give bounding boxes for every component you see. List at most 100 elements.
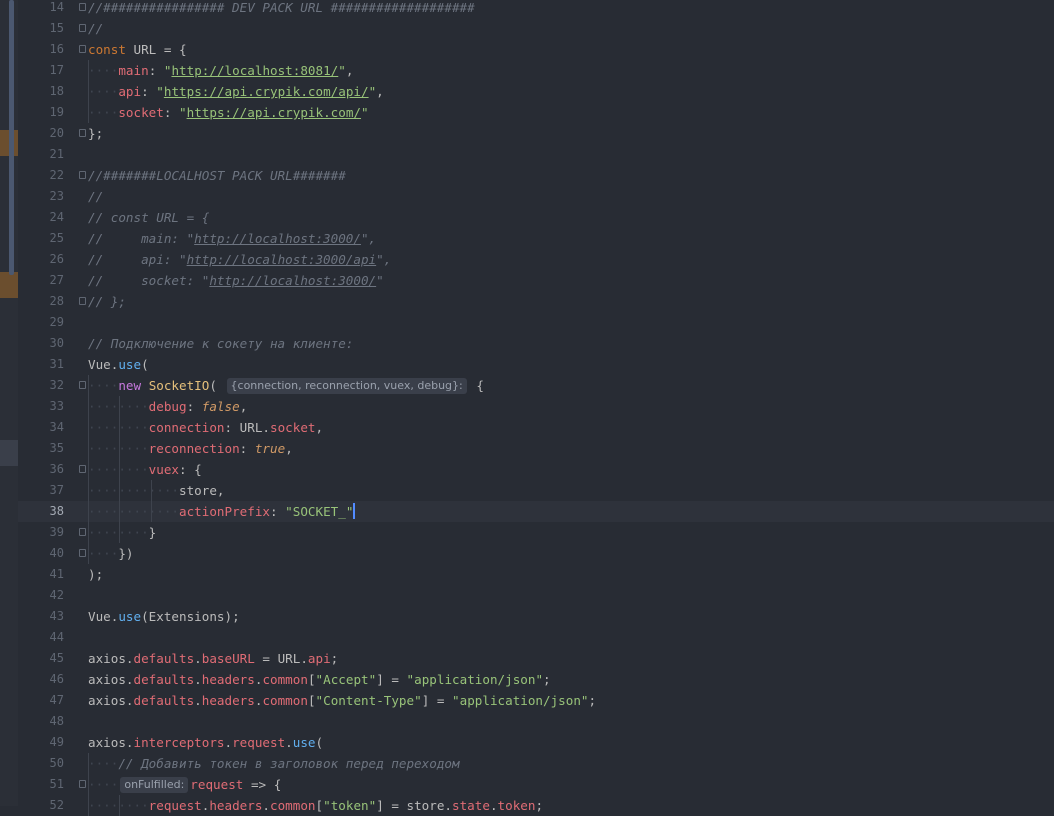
fold-toggle-icon[interactable] [79, 465, 86, 473]
line-number: 35 [49, 441, 64, 455]
line-number: 37 [49, 483, 64, 497]
code-token: ( [209, 378, 225, 393]
code-line[interactable]: ····main: "http://localhost:8081/", [0, 60, 1054, 81]
code-line[interactable]: ········connection: URL.socket, [0, 417, 1054, 438]
code-token: . [285, 735, 293, 750]
code-line[interactable]: ············store, [0, 480, 1054, 501]
code-token: // [88, 189, 104, 204]
code-token: use [118, 609, 142, 624]
code-line[interactable]: axios.defaults.headers.common["Accept"] … [0, 669, 1054, 690]
indent-guide [151, 480, 152, 501]
indent-guide [88, 774, 89, 795]
fold-toggle-icon[interactable] [79, 171, 86, 179]
code-token: use [118, 357, 142, 372]
code-token: "application/json" [452, 693, 589, 708]
minimap-scroll-thumb[interactable] [9, 0, 14, 275]
code-line[interactable]: Vue.use(Extensions); [0, 606, 1054, 627]
code-line[interactable]: ····api: "https://api.crypik.com/api/", [0, 81, 1054, 102]
code-line[interactable]: //#######LOCALHOST PACK URL####### [0, 165, 1054, 186]
code-line[interactable]: ········} [0, 522, 1054, 543]
code-token: "SOCKET_" [285, 504, 354, 519]
code-line[interactable]: ········debug: false, [0, 396, 1054, 417]
fold-toggle-icon[interactable] [79, 549, 86, 557]
code-token: }) [118, 546, 134, 561]
code-line[interactable]: //################ DEV PACK URL ########… [0, 0, 1054, 18]
code-line[interactable]: ····}) [0, 543, 1054, 564]
code-token: ( [141, 357, 149, 372]
fold-toggle-icon[interactable] [79, 24, 86, 32]
code-token: ···· [88, 105, 119, 120]
code-token: debug [148, 399, 187, 414]
code-line[interactable]: ············actionPrefix: "SOCKET_" [0, 501, 1054, 522]
code-token: ············ [88, 483, 179, 498]
code-token: api [118, 84, 142, 99]
code-token: false [201, 399, 240, 414]
code-line[interactable]: // const URL = { [0, 207, 1054, 228]
code-token: " [361, 105, 369, 120]
fold-toggle-icon[interactable] [79, 528, 86, 536]
code-token: ", [376, 252, 392, 267]
code-line[interactable]: axios.defaults.headers.common["Content-T… [0, 690, 1054, 711]
code-line[interactable]: }; [0, 123, 1054, 144]
code-token: ); [88, 567, 104, 582]
code-line[interactable]: // [0, 18, 1054, 39]
code-line[interactable]: axios.interceptors.request.use( [0, 732, 1054, 753]
code-line[interactable]: ········reconnection: true, [0, 438, 1054, 459]
code-line[interactable]: const URL = { [0, 39, 1054, 60]
code-token: . [194, 672, 202, 687]
line-number: 27 [49, 273, 64, 287]
code-line[interactable]: axios.defaults.baseURL = URL.api; [0, 648, 1054, 669]
code-token: http://localhost:8081/ [171, 63, 339, 78]
fold-toggle-icon[interactable] [79, 129, 86, 137]
code-area[interactable]: //################ DEV PACK URL ########… [0, 0, 1054, 816]
code-token: //################ DEV PACK URL ########… [88, 0, 475, 15]
line-number: 49 [49, 735, 64, 749]
code-line[interactable]: ····socket: "https://api.crypik.com/" [0, 102, 1054, 123]
code-token: ( [315, 735, 324, 750]
line-number: 22 [49, 168, 64, 182]
code-line[interactable]: // [0, 186, 1054, 207]
line-number: 39 [49, 525, 64, 539]
fold-toggle-icon[interactable] [79, 3, 86, 11]
code-token: request [232, 735, 286, 750]
code-token: [ [307, 693, 316, 708]
indent-guide [88, 438, 89, 459]
fold-toggle-icon[interactable] [79, 297, 86, 305]
code-token: , [345, 63, 354, 78]
scroll-region-marker [0, 440, 18, 466]
code-line[interactable]: ····new SocketIO( {connection, reconnect… [0, 375, 1054, 396]
code-line[interactable]: ); [0, 564, 1054, 585]
code-line[interactable] [0, 711, 1054, 732]
code-token: socket [118, 105, 164, 120]
code-line[interactable]: ···· onFulfilled: request => { [0, 774, 1054, 795]
code-line[interactable]: ········vuex: { [0, 459, 1054, 480]
code-token: . [194, 651, 202, 666]
indent-guide [88, 102, 89, 123]
code-line[interactable]: // }; [0, 291, 1054, 312]
indent-guide [151, 501, 152, 522]
code-line[interactable]: // api: "http://localhost:3000/api", [0, 249, 1054, 270]
code-line[interactable] [0, 585, 1054, 606]
code-token: ] = [421, 693, 453, 708]
code-line[interactable]: ····// Добавить токен в заголовок перед … [0, 753, 1054, 774]
fold-toggle-icon[interactable] [79, 45, 86, 53]
code-token: defaults [133, 672, 195, 687]
code-token: //#######LOCALHOST PACK URL####### [88, 168, 346, 183]
code-token: https://api.crypik.com/api/ [163, 84, 369, 99]
code-line[interactable]: Vue.use( [0, 354, 1054, 375]
code-editor[interactable]: //################ DEV PACK URL ########… [0, 0, 1054, 816]
code-line[interactable]: // main: "http://localhost:3000/", [0, 228, 1054, 249]
code-line[interactable] [0, 627, 1054, 648]
line-number: 48 [49, 714, 64, 728]
fold-toggle-icon[interactable] [79, 381, 86, 389]
code-token: : [163, 105, 180, 120]
code-line[interactable]: // Подключение к сокету на клиенте: [0, 333, 1054, 354]
code-line[interactable] [0, 144, 1054, 165]
code-line[interactable] [0, 312, 1054, 333]
left-tool-strip [0, 0, 18, 806]
fold-toggle-icon[interactable] [79, 780, 86, 788]
code-token: " [179, 105, 187, 120]
code-token: true [254, 441, 286, 456]
code-line[interactable]: // socket: "http://localhost:3000/" [0, 270, 1054, 291]
code-token: " [376, 273, 384, 288]
